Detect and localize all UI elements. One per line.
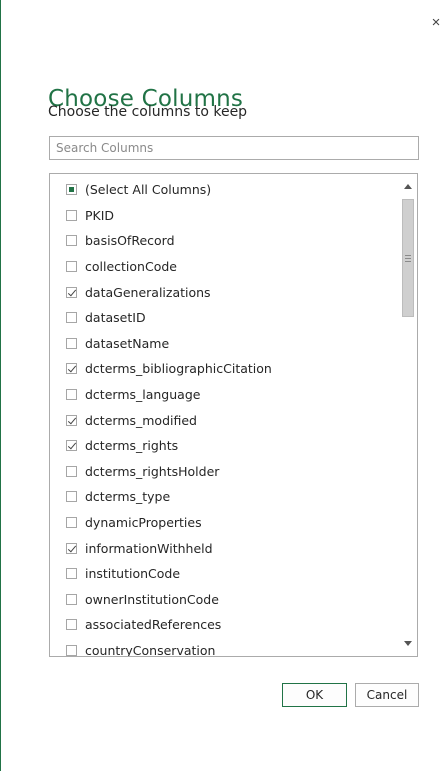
checkbox[interactable] (66, 389, 77, 401)
column-label: associatedReferences (85, 617, 222, 633)
checkbox[interactable] (66, 517, 77, 529)
column-label: datasetID (85, 310, 146, 326)
column-item[interactable]: dcterms_modified (50, 407, 399, 433)
close-icon[interactable]: × (429, 15, 443, 30)
column-item[interactable]: informationWithheld (50, 535, 399, 561)
search-input[interactable] (49, 136, 419, 160)
column-item[interactable]: datasetID (50, 305, 399, 331)
select-all-columns-item[interactable]: (Select All Columns) (50, 177, 399, 203)
checkbox[interactable] (66, 491, 77, 503)
column-label: dcterms_type (85, 489, 171, 505)
column-item[interactable]: dcterms_language (50, 382, 399, 408)
grip-line (405, 261, 411, 262)
checkbox[interactable] (66, 235, 77, 247)
checkbox[interactable] (66, 542, 77, 554)
column-label: datasetName (85, 335, 170, 351)
cancel-button[interactable]: Cancel (355, 683, 419, 707)
column-item[interactable]: PKID (50, 203, 399, 229)
scrollbar-thumb[interactable] (402, 199, 414, 317)
checkbox[interactable] (66, 184, 77, 196)
checkbox[interactable] (66, 337, 77, 349)
dialog-subtitle: Choose the columns to keep (48, 104, 248, 120)
column-item[interactable]: dynamicProperties (50, 510, 399, 536)
column-item[interactable]: countryConservation (50, 638, 399, 657)
checkbox[interactable] (66, 619, 77, 631)
checkbox[interactable] (66, 414, 77, 426)
checkbox[interactable] (66, 644, 77, 656)
choose-columns-dialog: × Choose Columns Choose the columns to k… (0, 0, 447, 771)
checkbox[interactable] (66, 312, 77, 324)
checkbox[interactable] (66, 568, 77, 580)
scroll-up-arrow-icon[interactable] (404, 184, 412, 189)
column-label: PKID (85, 207, 115, 223)
column-label: collectionCode (85, 259, 177, 275)
column-item[interactable]: dcterms_type (50, 484, 399, 510)
columns-list-items: (Select All Columns) PKID basisOfRecord col… (50, 174, 399, 657)
column-label: dcterms_modified (85, 412, 197, 428)
column-item[interactable]: dcterms_rights (50, 433, 399, 459)
column-label: informationWithheld (85, 540, 213, 556)
column-item[interactable]: dcterms_rightsHolder (50, 459, 399, 485)
column-label: dcterms_bibliographicCitation (85, 361, 272, 377)
checkbox[interactable] (66, 286, 77, 298)
column-label: dcterms_rights (85, 438, 179, 454)
column-label: (Select All Columns) (85, 182, 212, 198)
column-item[interactable]: collectionCode (50, 254, 399, 280)
column-item[interactable]: basisOfRecord (50, 228, 399, 254)
checkbox[interactable] (66, 440, 77, 452)
columns-list: (Select All Columns) PKID basisOfRecord col… (49, 173, 418, 657)
column-label: dataGeneralizations (85, 284, 211, 300)
column-item[interactable]: ownerInstitutionCode (50, 587, 399, 613)
checkbox[interactable] (66, 465, 77, 477)
checkbox[interactable] (66, 593, 77, 605)
column-label: ownerInstitutionCode (85, 591, 219, 607)
column-label: basisOfRecord (85, 233, 175, 249)
checkbox[interactable] (66, 261, 77, 273)
column-item[interactable]: institutionCode (50, 561, 399, 587)
checkbox[interactable] (66, 363, 77, 375)
scroll-down-arrow-icon[interactable] (404, 641, 412, 646)
column-label: dcterms_language (85, 387, 201, 403)
column-label: countryConservation (85, 642, 216, 657)
column-item[interactable]: datasetName (50, 331, 399, 357)
column-item[interactable]: dataGeneralizations (50, 279, 399, 305)
grip-line (405, 258, 411, 259)
grip-line (405, 255, 411, 256)
column-label: dcterms_rightsHolder (85, 463, 220, 479)
ok-button[interactable]: OK (282, 683, 347, 707)
checkbox[interactable] (66, 209, 77, 221)
scrollbar[interactable] (399, 174, 417, 656)
column-label: institutionCode (85, 566, 181, 582)
column-item[interactable]: dcterms_bibliographicCitation (50, 356, 399, 382)
column-item[interactable]: associatedReferences (50, 612, 399, 638)
column-label: dynamicProperties (85, 515, 202, 531)
